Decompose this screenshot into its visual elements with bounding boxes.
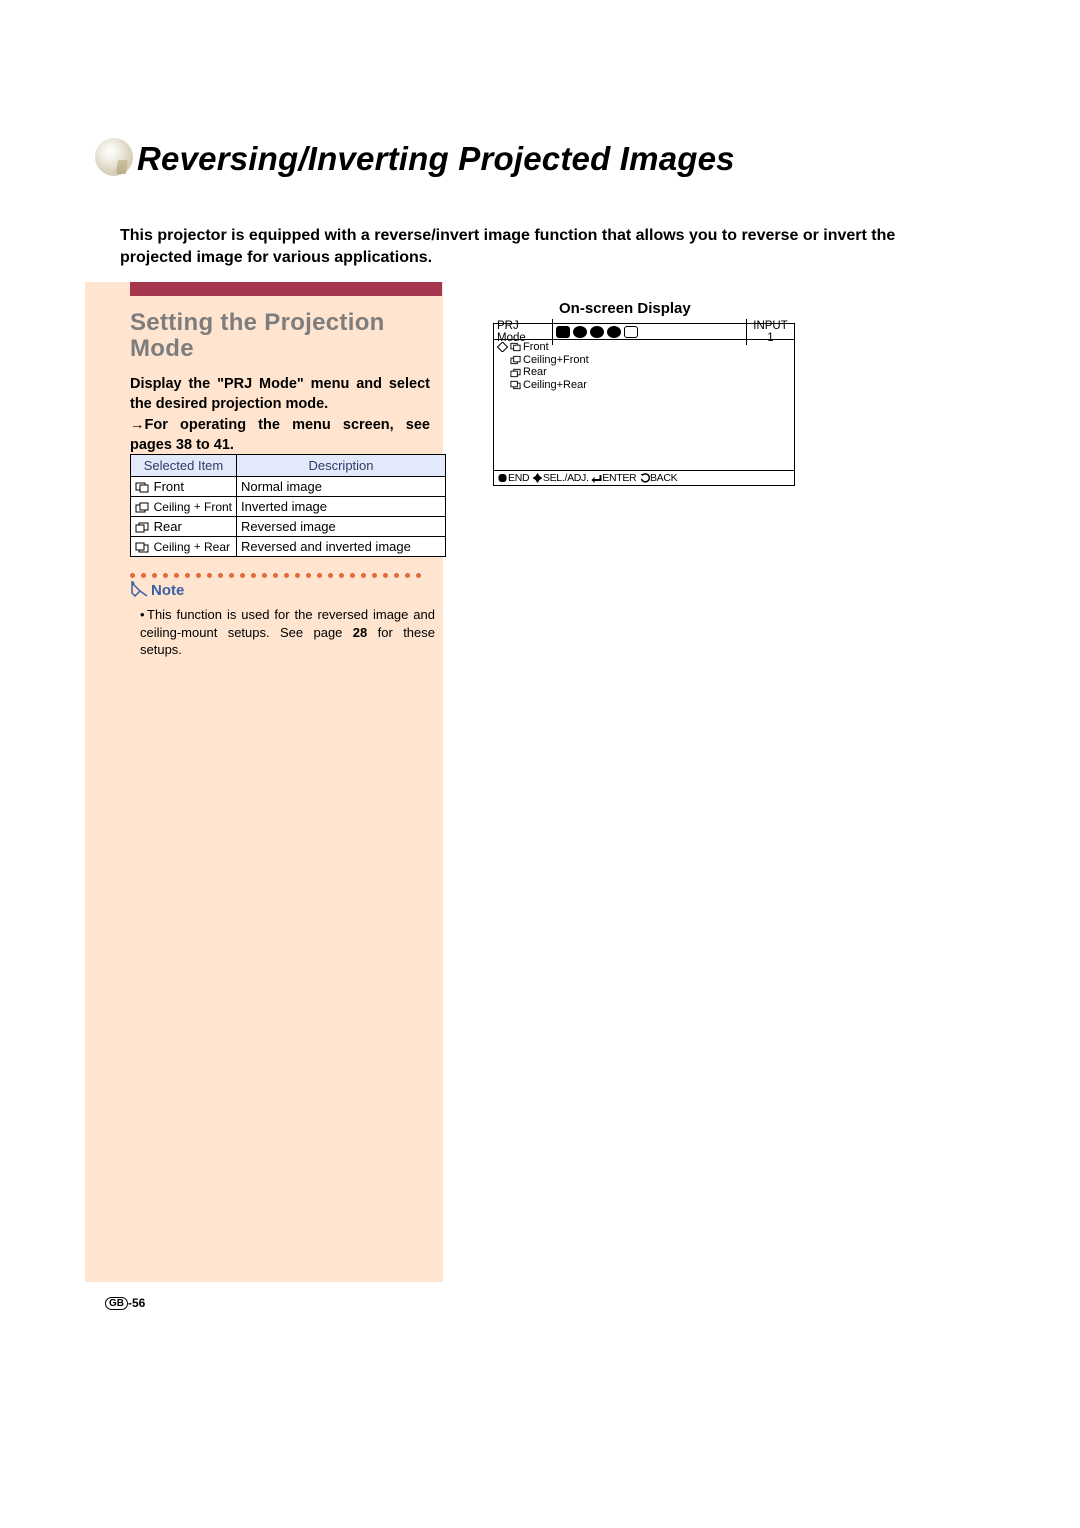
osd-tab-icon <box>624 326 638 338</box>
table-header-item: Selected Item <box>131 455 237 477</box>
right-column: On-screen Display PRJ Mode INPUT 1 Front <box>463 300 803 486</box>
section-body: Display the "PRJ Mode" menu and select t… <box>130 374 430 455</box>
section-body-line1: Display the "PRJ Mode" menu and select t… <box>130 376 430 412</box>
projection-mode-table: Selected Item Description Front Normal i… <box>130 454 446 557</box>
osd-tab-icon <box>590 326 604 338</box>
table-cell: Inverted image <box>237 497 446 517</box>
table-cell: Rear <box>154 519 182 534</box>
osd-input-label: INPUT 1 <box>746 319 794 345</box>
table-cell: Ceiling <box>154 500 191 514</box>
osd-menu-item: Ceiling+Rear <box>523 379 587 392</box>
table-row: Rear Reversed image <box>131 517 446 537</box>
osd-tab-icon <box>607 326 621 338</box>
note-label: Note <box>151 582 184 599</box>
osd-menu-item: Front <box>523 341 549 354</box>
table-row: Ceiling + Rear Reversed and inverted ima… <box>131 537 446 557</box>
end-button-icon <box>497 473 508 483</box>
table-cell: Reversed image <box>237 517 446 537</box>
table-cell: Reversed and inverted image <box>237 537 446 557</box>
page-footer: GB-56 <box>105 1296 145 1310</box>
ceiling-front-icon <box>135 502 149 513</box>
front-icon <box>510 342 521 352</box>
dpad-icon <box>532 473 543 483</box>
osd-tab-icon <box>556 326 570 338</box>
table-cell: Rear <box>204 540 230 554</box>
footer-page-number: -56 <box>128 1296 145 1310</box>
arrow-icon: → <box>130 417 145 433</box>
section-body-line2: For operating the menu screen, see pages… <box>130 417 430 453</box>
table-cell: Front <box>204 500 232 514</box>
section-accent-bar <box>130 282 442 296</box>
left-column: Setting the Projection Mode Display the … <box>85 282 443 1282</box>
back-icon <box>639 473 650 483</box>
intro-paragraph: This projector is equipped with a revers… <box>120 225 950 268</box>
table-cell: Ceiling <box>154 540 191 554</box>
note-heading: Note <box>130 581 184 599</box>
table-row: Front Normal image <box>131 477 446 497</box>
table-cell: Normal image <box>237 477 446 497</box>
divider-dots <box>130 565 430 571</box>
osd-menu-list: Front Ceiling+Front Rear Ceiling+Rear <box>494 340 794 392</box>
page-title: Reversing/Inverting Projected Images <box>137 140 735 178</box>
table-header-desc: Description <box>237 455 446 477</box>
osd-screenshot: PRJ Mode INPUT 1 Front Ce <box>493 323 795 486</box>
osd-label: On-screen Display <box>559 300 803 317</box>
osd-menu-item: Rear <box>523 366 547 379</box>
note-body: •This function is used for the reversed … <box>140 606 435 659</box>
footer-region: GB <box>105 1297 128 1310</box>
note-page-ref: 28 <box>353 625 367 640</box>
front-icon <box>135 482 149 493</box>
osd-tab-icons <box>553 326 746 338</box>
osd-menu-item: Ceiling+Front <box>523 354 589 367</box>
table-cell: Front <box>154 479 184 494</box>
rear-icon <box>510 368 521 378</box>
table-row: Ceiling + Front Inverted image <box>131 497 446 517</box>
ceiling-rear-icon <box>510 380 521 390</box>
rear-icon <box>135 522 149 533</box>
section-heading: Setting the Projection Mode <box>130 310 425 363</box>
ceiling-rear-icon <box>135 542 149 553</box>
ceiling-front-icon <box>510 355 521 365</box>
enter-icon <box>591 473 602 483</box>
diamond-cursor-icon <box>497 342 508 352</box>
section-bullet-icon <box>95 138 133 176</box>
osd-bottom-bar: END SEL./ADJ. ENTER BACK <box>494 470 794 485</box>
osd-tab-icon <box>573 326 587 338</box>
note-icon <box>130 581 150 599</box>
